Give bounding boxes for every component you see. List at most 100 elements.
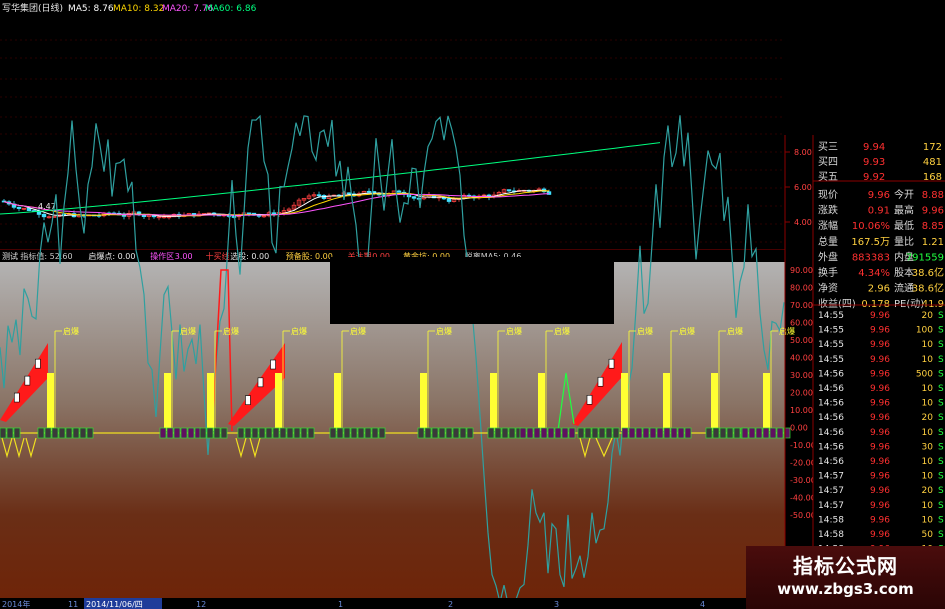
order-price: 9.94 <box>863 142 885 153</box>
tick-price: 9.96 <box>870 472 890 482</box>
indicator-tick-label: -20.00 <box>790 459 816 468</box>
signal-label: 启爆 <box>223 326 239 336</box>
zero-block <box>547 427 555 439</box>
quote-value: 4.34% <box>858 268 890 279</box>
zero-block <box>187 427 195 439</box>
date-cursor-label: 2014/11/06/四 <box>86 600 143 609</box>
tick-side: S <box>938 472 944 482</box>
tick-price: 9.96 <box>870 355 890 365</box>
indicator-field: 十买线 <box>206 251 230 261</box>
date-tick-label: 11 <box>68 600 78 609</box>
zero-block <box>649 427 657 439</box>
signal-bar <box>663 373 670 431</box>
zero-block <box>279 427 287 439</box>
indicator-field: 选股: 0.00 <box>230 251 269 261</box>
quote-panel[interactable]: 买三 9.94 172买四 9.93 481买五 9.92 168 现价 9.96 今开 8.88… <box>812 135 945 609</box>
quote-value: 167.5万 <box>851 237 890 248</box>
signal-bar <box>47 373 54 431</box>
zero-block <box>286 427 294 439</box>
quote-value-right: 8.85 <box>922 221 944 232</box>
tick-volume: 20 <box>922 486 934 496</box>
zero-block <box>329 427 337 439</box>
tick-side: S <box>938 442 944 452</box>
zero-block <box>561 427 569 439</box>
fan-candle <box>608 358 615 369</box>
zero-block <box>591 427 599 439</box>
signal-label: 启爆 <box>350 326 366 336</box>
tick-price: 9.96 <box>870 442 890 452</box>
tick-price: 9.96 <box>870 501 890 511</box>
zero-block <box>719 427 727 439</box>
tick-side: S <box>938 515 944 525</box>
zero-block <box>494 427 502 439</box>
zero-block <box>466 427 474 439</box>
zero-block <box>431 427 439 439</box>
signal-label: 启爆 <box>506 326 522 336</box>
signal-bar <box>490 373 497 431</box>
zero-block <box>621 427 629 439</box>
zero-block <box>726 427 734 439</box>
indicator-tick-label: 20.00 <box>790 389 813 398</box>
zero-block <box>741 427 749 439</box>
indicator-tick-label: 50.00 <box>790 336 813 345</box>
indicator-tick-label: 30.00 <box>790 371 813 380</box>
signal-bar <box>763 373 770 431</box>
zero-block <box>612 427 620 439</box>
indicator-axis: 90.00 80.00 70.00 60.00 50.00 40.00 30.00 20.00… <box>790 266 816 520</box>
watermark-badge: 指标公式网 www.zbgs3.com <box>746 546 945 609</box>
zero-block <box>173 427 181 439</box>
order-level-label: 买三 <box>818 141 838 153</box>
signal-label: 启爆 <box>779 326 795 336</box>
tick-side: S <box>938 501 944 511</box>
indicator-field: 指标值: 52.60 <box>20 251 72 261</box>
price-tick-label: 4.00 <box>794 218 812 227</box>
tick-time: 14:56 <box>818 399 844 409</box>
candle-body <box>506 189 512 192</box>
zero-block <box>748 427 756 439</box>
signal-label: 启爆 <box>727 326 743 336</box>
zero-block <box>424 427 432 439</box>
zero-block <box>762 427 770 439</box>
signal-bar <box>207 373 214 431</box>
order-volume: 172 <box>923 142 942 153</box>
zero-block <box>251 427 259 439</box>
quote-label: 涨跌 <box>818 204 838 217</box>
zero-block <box>459 427 467 439</box>
tick-side: S <box>938 384 944 394</box>
ma10-readout: MA10: 8.32 <box>113 4 164 14</box>
fan-candle <box>586 394 593 405</box>
quote-value: 9.96 <box>868 190 890 201</box>
zero-block <box>554 427 562 439</box>
tick-volume: 10 <box>922 399 934 409</box>
tick-time: 14:55 <box>818 355 844 365</box>
date-axis[interactable]: 2014年 11 2014/11/06/四 12 1 2 3 4 <box>0 598 785 609</box>
zero-block <box>452 427 460 439</box>
signal-label: 启爆 <box>637 326 653 336</box>
price-tick-label: 6.00 <box>794 183 812 192</box>
stock-chart-stage: 写华集团(日线) MA5: 8.76 MA10: 8.32 MA20: 7.76… <box>0 0 945 609</box>
zero-block <box>598 427 606 439</box>
tick-time: 14:56 <box>818 428 844 438</box>
stock-title: 写华集团(日线) <box>2 2 63 14</box>
watermark-title: 指标公式网 <box>793 554 898 578</box>
zero-block <box>272 427 280 439</box>
zero-block <box>378 427 386 439</box>
fan-candle <box>35 358 41 369</box>
quote-label: 现价 <box>818 189 838 201</box>
ma5-readout: MA5: 8.76 <box>68 4 114 14</box>
zero-block <box>357 427 365 439</box>
zero-block <box>663 427 671 439</box>
zero-block <box>755 427 763 439</box>
fan-candle <box>270 359 276 370</box>
ma60-readout: MA60: 6.86 <box>205 4 257 14</box>
tick-price: 9.96 <box>870 384 890 394</box>
tick-price: 9.96 <box>870 428 890 438</box>
zero-block <box>577 427 585 439</box>
tick-time: 14:55 <box>818 340 844 350</box>
zero-block <box>540 427 548 439</box>
zero-block <box>180 427 188 439</box>
candlestick-panel[interactable]: 写华集团(日线) MA5: 8.76 MA10: 8.32 MA20: 7.76… <box>0 0 785 251</box>
candle-body <box>396 190 402 193</box>
zero-block <box>199 427 207 439</box>
zero-block <box>206 427 214 439</box>
